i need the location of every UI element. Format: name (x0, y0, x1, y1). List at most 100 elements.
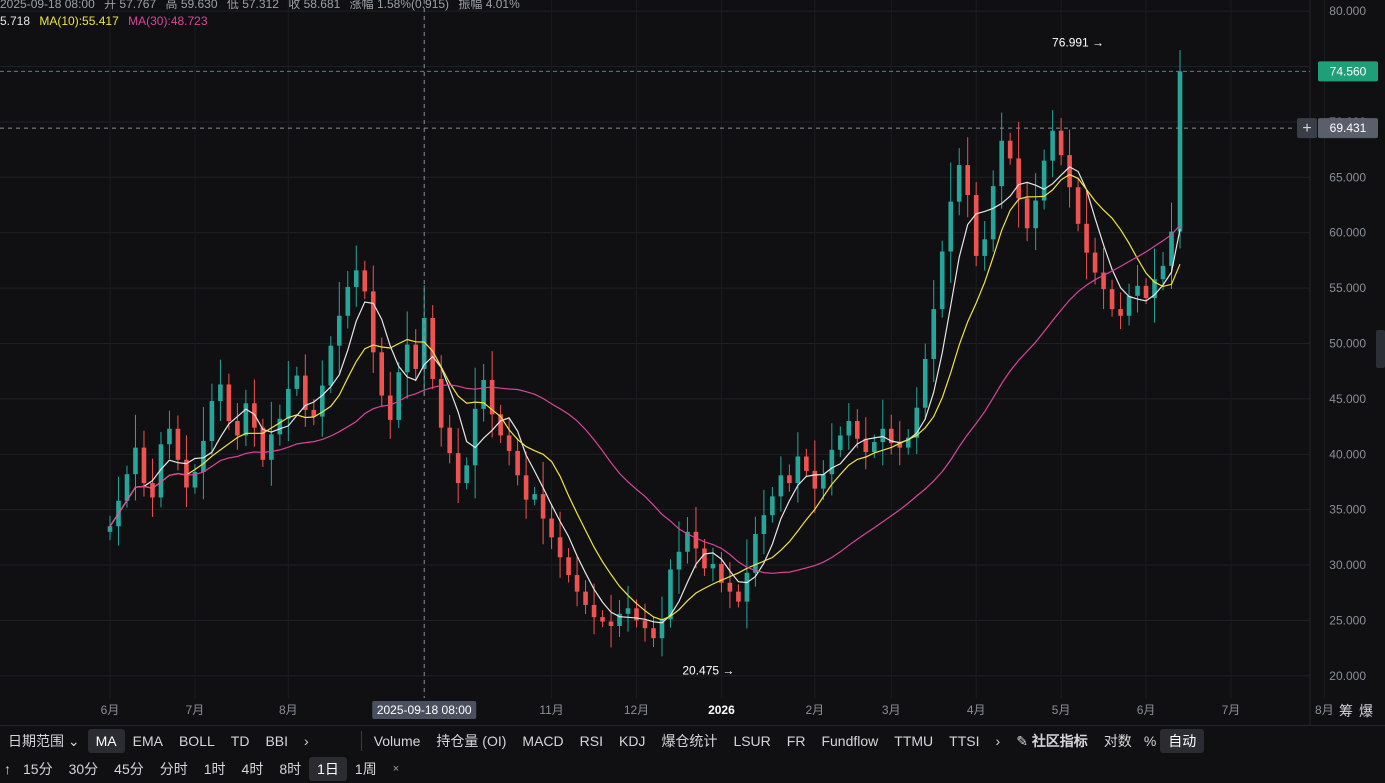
timeframe-1h[interactable]: 1时 (196, 757, 234, 781)
timeframe-45m[interactable]: 45分 (106, 757, 152, 781)
y-tick-label: 55.000 (1329, 281, 1366, 295)
info-amplitude: 振幅 4.01% (458, 0, 520, 11)
close-icon[interactable]: × (385, 757, 407, 781)
candle-body (107, 526, 113, 532)
candle-body (345, 286, 351, 316)
sub-indicator-fr[interactable]: FR (779, 729, 814, 753)
candle-body (218, 384, 223, 402)
community-indicators-button[interactable]: ✎ 社区指标 (1008, 729, 1096, 753)
candle-body (472, 408, 478, 466)
sub-indicator-rsi[interactable]: RSI (572, 729, 611, 753)
candle-body (226, 384, 232, 422)
x-tick-label: 2026 (708, 703, 735, 717)
candle-body (413, 344, 419, 369)
timeframe-1d[interactable]: 1日 (309, 757, 347, 781)
indicator-toolbar: 日期范围 ⌄ MA EMA BOLL TD BBI › Volume 持仓量 (… (0, 725, 1385, 756)
candle-body (328, 345, 334, 386)
candle-body (591, 604, 597, 618)
y-tick-label: 20.000 (1329, 669, 1366, 683)
candle-body (1007, 140, 1013, 159)
x-tick-label: 2月 (805, 703, 824, 717)
sub-indicator-lsur[interactable]: LSUR (725, 729, 778, 753)
candle-body (693, 531, 699, 549)
candle-body (1050, 130, 1055, 161)
candle-body (362, 270, 368, 292)
chevron-right-icon[interactable]: › (296, 729, 317, 753)
candle-body (736, 591, 741, 602)
sub-indicator-fundflow[interactable]: Fundflow (813, 729, 886, 753)
candle-body (370, 291, 376, 353)
info-date: 2025-09-18 08:00 (0, 0, 95, 11)
timeframe-1w[interactable]: 1周 (347, 757, 385, 781)
candle-body (430, 317, 435, 379)
y-tick-label: 45.000 (1329, 392, 1366, 406)
candle-body (855, 421, 860, 439)
main-indicator-boll[interactable]: BOLL (171, 729, 223, 753)
sub-indicator-kdj[interactable]: KDJ (611, 729, 653, 753)
divider (360, 731, 362, 751)
timeframe-15m[interactable]: 15分 (15, 757, 61, 781)
x-tick-label: 7月 (186, 703, 205, 717)
candle-body (871, 442, 877, 453)
x-tick-label: 5月 (1052, 703, 1071, 717)
candle-body (1058, 130, 1064, 156)
x-tick-label: 7月 (1222, 703, 1241, 717)
crosshair-time-label: 2025-09-18 08:00 (377, 703, 472, 717)
candle-body (175, 428, 181, 460)
x-tick-label: 6月 (101, 703, 120, 717)
candle-body (404, 344, 410, 373)
y-tick-label: 60.000 (1329, 226, 1366, 240)
sub-indicator-oi[interactable]: 持仓量 (OI) (428, 729, 514, 753)
candle-body (990, 186, 996, 240)
timeframe-tick[interactable]: 分时 (152, 757, 196, 781)
candle-body (710, 563, 716, 569)
sub-indicator-liquidation[interactable]: 爆仓统计 (653, 729, 725, 753)
timeframe-4h[interactable]: 4时 (234, 757, 272, 781)
main-indicator-td[interactable]: TD (223, 729, 258, 753)
sub-indicator-ttsi[interactable]: TTSI (941, 729, 987, 753)
candle-body (523, 475, 529, 500)
candle-body (956, 165, 962, 202)
chevron-right-icon[interactable]: › (988, 729, 1009, 753)
sub-indicator-volume[interactable]: Volume (366, 729, 429, 753)
sub-indicator-macd[interactable]: MACD (514, 729, 571, 753)
candle-body (787, 475, 792, 484)
sub-indicator-ttmu[interactable]: TTMU (886, 729, 941, 753)
timeframe-up-icon[interactable]: ↑ (0, 757, 15, 781)
auto-scale-toggle[interactable]: 自动 (1160, 729, 1205, 753)
percent-scale-toggle[interactable]: % (1140, 729, 1160, 753)
main-indicator-ma[interactable]: MA (87, 729, 125, 753)
candle-body (209, 401, 215, 441)
candle-body (549, 518, 554, 538)
candle-body (235, 421, 240, 436)
candle-body (812, 470, 818, 489)
candle-body (804, 456, 809, 471)
candle-body (1118, 309, 1123, 316)
price-scroll-handle[interactable] (1376, 330, 1385, 368)
candle-body (353, 270, 359, 287)
candle-body (506, 435, 512, 451)
candle-body (1160, 265, 1166, 280)
date-range-button[interactable]: 日期范围 ⌄ (0, 729, 88, 753)
candle-body (727, 582, 733, 592)
candle-body (150, 483, 155, 498)
timeframe-8h[interactable]: 8时 (271, 757, 309, 781)
candlestick-chart[interactable]: 80.00075.00070.00065.00060.00055.00050.0… (0, 0, 1385, 725)
last-price-label: 74.560 (1330, 64, 1367, 78)
high-annotation: 76.991 → (1052, 35, 1104, 49)
timeframe-30m[interactable]: 30分 (61, 757, 107, 781)
candle-body (286, 388, 291, 419)
log-scale-toggle[interactable]: 对数 (1096, 729, 1140, 753)
y-tick-label: 65.000 (1329, 170, 1366, 184)
candle-body (243, 403, 249, 436)
main-indicator-ema[interactable]: EMA (125, 729, 171, 753)
ma30-value: MA(30):48.723 (128, 14, 208, 28)
candle-body (761, 515, 767, 535)
main-indicator-bbi[interactable]: BBI (257, 729, 296, 753)
candle-body (532, 494, 537, 500)
candle-body (846, 421, 852, 436)
y-tick-label: 50.000 (1329, 336, 1366, 350)
candle-body (455, 453, 461, 484)
candle-body (770, 496, 775, 516)
candle-body (778, 475, 784, 497)
